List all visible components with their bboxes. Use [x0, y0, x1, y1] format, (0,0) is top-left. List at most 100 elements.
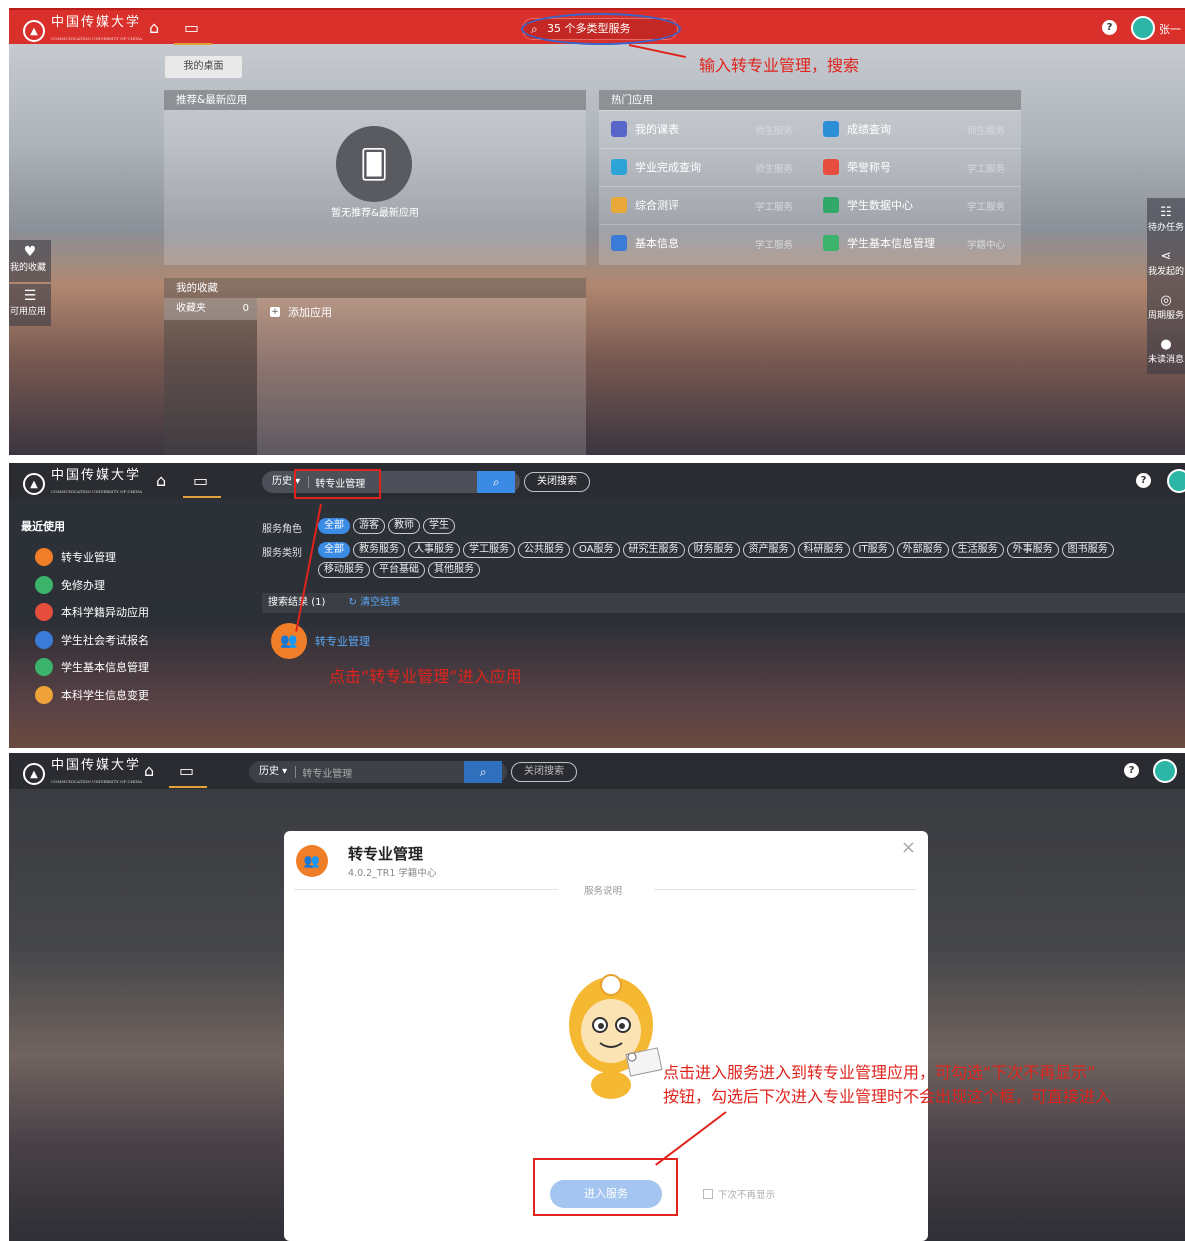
type-chip[interactable]: 外事服务 — [1006, 542, 1059, 558]
checkbox-box[interactable] — [703, 1189, 713, 1199]
desktop-icon[interactable]: ▭ — [179, 761, 194, 780]
hot-app-item[interactable]: 综合测评 — [611, 197, 679, 213]
search-input[interactable]: 转专业管理 — [296, 765, 464, 780]
type-chip[interactable]: 外部服务 — [896, 542, 949, 558]
search-box[interactable]: 历史 ▾ 转专业管理 ⌕ — [249, 761, 507, 783]
dont-show-again-checkbox[interactable]: 下次不再显示 — [703, 1187, 775, 1201]
search-button[interactable]: ⌕ — [477, 471, 516, 493]
type-chip[interactable]: 其他服务 — [428, 562, 480, 578]
hot-app-category: 学籍中心 — [967, 240, 1006, 251]
type-chip[interactable]: 研究生服务 — [622, 542, 685, 558]
type-chip[interactable]: 生活服务 — [951, 542, 1004, 558]
help-icon[interactable]: ? — [1124, 763, 1139, 778]
highlight-ellipse — [521, 13, 681, 45]
type-chip[interactable]: 人事服务 — [408, 542, 460, 558]
recent-app-item[interactable]: 本科学籍异动应用 — [35, 603, 149, 621]
type-chip[interactable]: 全部 — [318, 542, 350, 558]
recent-app-item[interactable]: 学生社会考试报名 — [35, 630, 149, 649]
avatar[interactable] — [1153, 759, 1177, 783]
highlight-box — [533, 1158, 678, 1216]
hot-app-item[interactable]: 学生基本信息管理 — [823, 235, 935, 251]
role-chip[interactable]: 教师 — [388, 518, 420, 534]
add-app-button[interactable]: + 添加应用 — [270, 304, 332, 320]
float-label: 可用应用 — [9, 307, 46, 317]
type-chip[interactable]: 教务服务 — [353, 542, 405, 558]
type-chip[interactable]: 科研服务 — [797, 542, 850, 558]
tab-my-desktop[interactable]: 我的桌面 — [165, 56, 242, 78]
hot-apps-card: 热门应用 我的课表 师生服务 成绩查询 师生服务 学业完成查询 师生服务 荣誉称号 学工服务综… — [599, 90, 1021, 265]
type-chip[interactable]: 资产服务 — [742, 542, 795, 558]
hot-app-row: 学业完成查询 师生服务 荣誉称号 学工服务 — [599, 148, 1021, 186]
hot-app-item[interactable]: 学生数据中心 — [823, 197, 913, 213]
hot-app-item[interactable]: 荣誉称号 — [823, 159, 891, 175]
divider — [294, 889, 558, 890]
hot-app-item[interactable]: 我的课表 — [611, 121, 679, 137]
app-icon — [611, 121, 627, 137]
recent-app-item[interactable]: 转专业管理 — [35, 548, 116, 566]
recent-app-name: 免修办理 — [61, 578, 105, 592]
desktop-icon[interactable]: ▭ — [184, 18, 199, 37]
help-icon[interactable]: ? — [1102, 20, 1117, 35]
close-icon[interactable]: × — [901, 837, 916, 858]
float-cycle-services[interactable]: ◎ 周期服务 — [1147, 286, 1185, 330]
highlight-box — [294, 469, 381, 499]
role-chip[interactable]: 游客 — [353, 518, 385, 534]
folder-label: 收藏夹 — [176, 303, 206, 314]
search-button[interactable]: ⌕ — [464, 761, 503, 783]
result-app-name[interactable]: 转专业管理 — [315, 633, 370, 649]
home-icon[interactable]: ⌂ — [149, 18, 159, 37]
hot-app-item[interactable]: 学业完成查询 — [611, 159, 701, 175]
recommend-card: 推荐&最新应用 🂠 暂无推荐&最新应用 — [164, 90, 586, 265]
role-chip[interactable]: 全部 — [318, 518, 350, 534]
type-chip[interactable]: 平台基础 — [373, 562, 425, 578]
history-dropdown[interactable]: 历史 ▾ — [249, 766, 297, 778]
hot-app-item[interactable]: 基本信息 — [611, 235, 679, 251]
close-search-button[interactable]: 关闭搜索 — [524, 472, 590, 492]
user-name[interactable]: 张一 — [1159, 21, 1181, 37]
university-logo[interactable]: ▲ 中国传媒大学 COMMUNICATION UNIVERSITY OF CHIN… — [23, 759, 142, 789]
top-bar: ▲ 中国传媒大学 COMMUNICATION UNIVERSITY OF CHIN… — [9, 753, 1185, 789]
recent-app-item[interactable]: 免修办理 — [35, 575, 105, 594]
type-chip[interactable]: IT服务 — [852, 542, 894, 558]
role-chip[interactable]: 学生 — [423, 518, 455, 534]
home-icon[interactable]: ⌂ — [144, 761, 154, 780]
close-search-button[interactable]: 关闭搜索 — [511, 762, 577, 782]
float-initiated[interactable]: ⋖ 我发起的 — [1147, 242, 1185, 286]
university-logo[interactable]: ▲ 中国传媒大学 COMMUNICATION UNIVERSITY OF CHIN… — [23, 16, 142, 46]
float-label: 周期服务 — [1147, 311, 1184, 321]
float-todo-tasks[interactable]: ☷ 待办任务 — [1147, 198, 1185, 242]
heart-icon: ♥ — [23, 244, 37, 260]
clear-results-link[interactable]: ↻ 清空结果 — [349, 597, 401, 608]
logo-subtext: COMMUNICATION UNIVERSITY OF CHINA — [51, 779, 143, 784]
desktop-icon[interactable]: ▭ — [193, 471, 208, 490]
hot-app-category: 师生服务 — [755, 126, 794, 137]
avatar[interactable] — [1167, 469, 1185, 493]
hot-app-category: 师生服务 — [755, 164, 794, 175]
recent-app-item[interactable]: 学生基本信息管理 — [35, 658, 149, 676]
float-unread-messages[interactable]: ● 未读消息 — [1147, 330, 1185, 374]
app-icon — [823, 197, 839, 213]
type-chip[interactable]: 图书服务 — [1061, 542, 1114, 558]
type-chip[interactable]: 学工服务 — [463, 542, 515, 558]
hot-app-name: 我的课表 — [635, 123, 679, 136]
university-logo[interactable]: ▲ 中国传媒大学 COMMUNICATION UNIVERSITY OF CHIN… — [23, 469, 142, 499]
type-chip[interactable]: OA服务 — [573, 542, 620, 558]
type-chip[interactable]: 移动服务 — [318, 562, 370, 578]
help-icon[interactable]: ? — [1136, 473, 1151, 488]
type-chip[interactable]: 公共服务 — [518, 542, 570, 558]
logo-text: 中国传媒大学 — [51, 758, 142, 773]
result-app-transfer-major[interactable]: 👥 转专业管理 — [271, 623, 370, 659]
empty-cards-icon: 🂠 — [336, 126, 412, 202]
emblem-icon: ▲ — [23, 20, 45, 42]
app-icon — [35, 575, 53, 594]
hot-app-item[interactable]: 成绩查询 — [823, 121, 891, 137]
avatar[interactable] — [1131, 16, 1155, 40]
float-my-favorites[interactable]: ♥ 我的收藏 — [9, 240, 51, 282]
float-available-apps[interactable]: ☰ 可用应用 — [9, 284, 51, 326]
home-icon[interactable]: ⌂ — [156, 471, 166, 490]
favorites-folder[interactable]: 收藏夹 0 — [164, 298, 257, 320]
hot-app-name: 学业完成查询 — [635, 161, 701, 174]
hot-app-name: 学生基本信息管理 — [847, 237, 935, 250]
type-chip[interactable]: 财务服务 — [687, 542, 740, 558]
recent-app-item[interactable]: 本科学生信息变更 — [35, 685, 149, 704]
